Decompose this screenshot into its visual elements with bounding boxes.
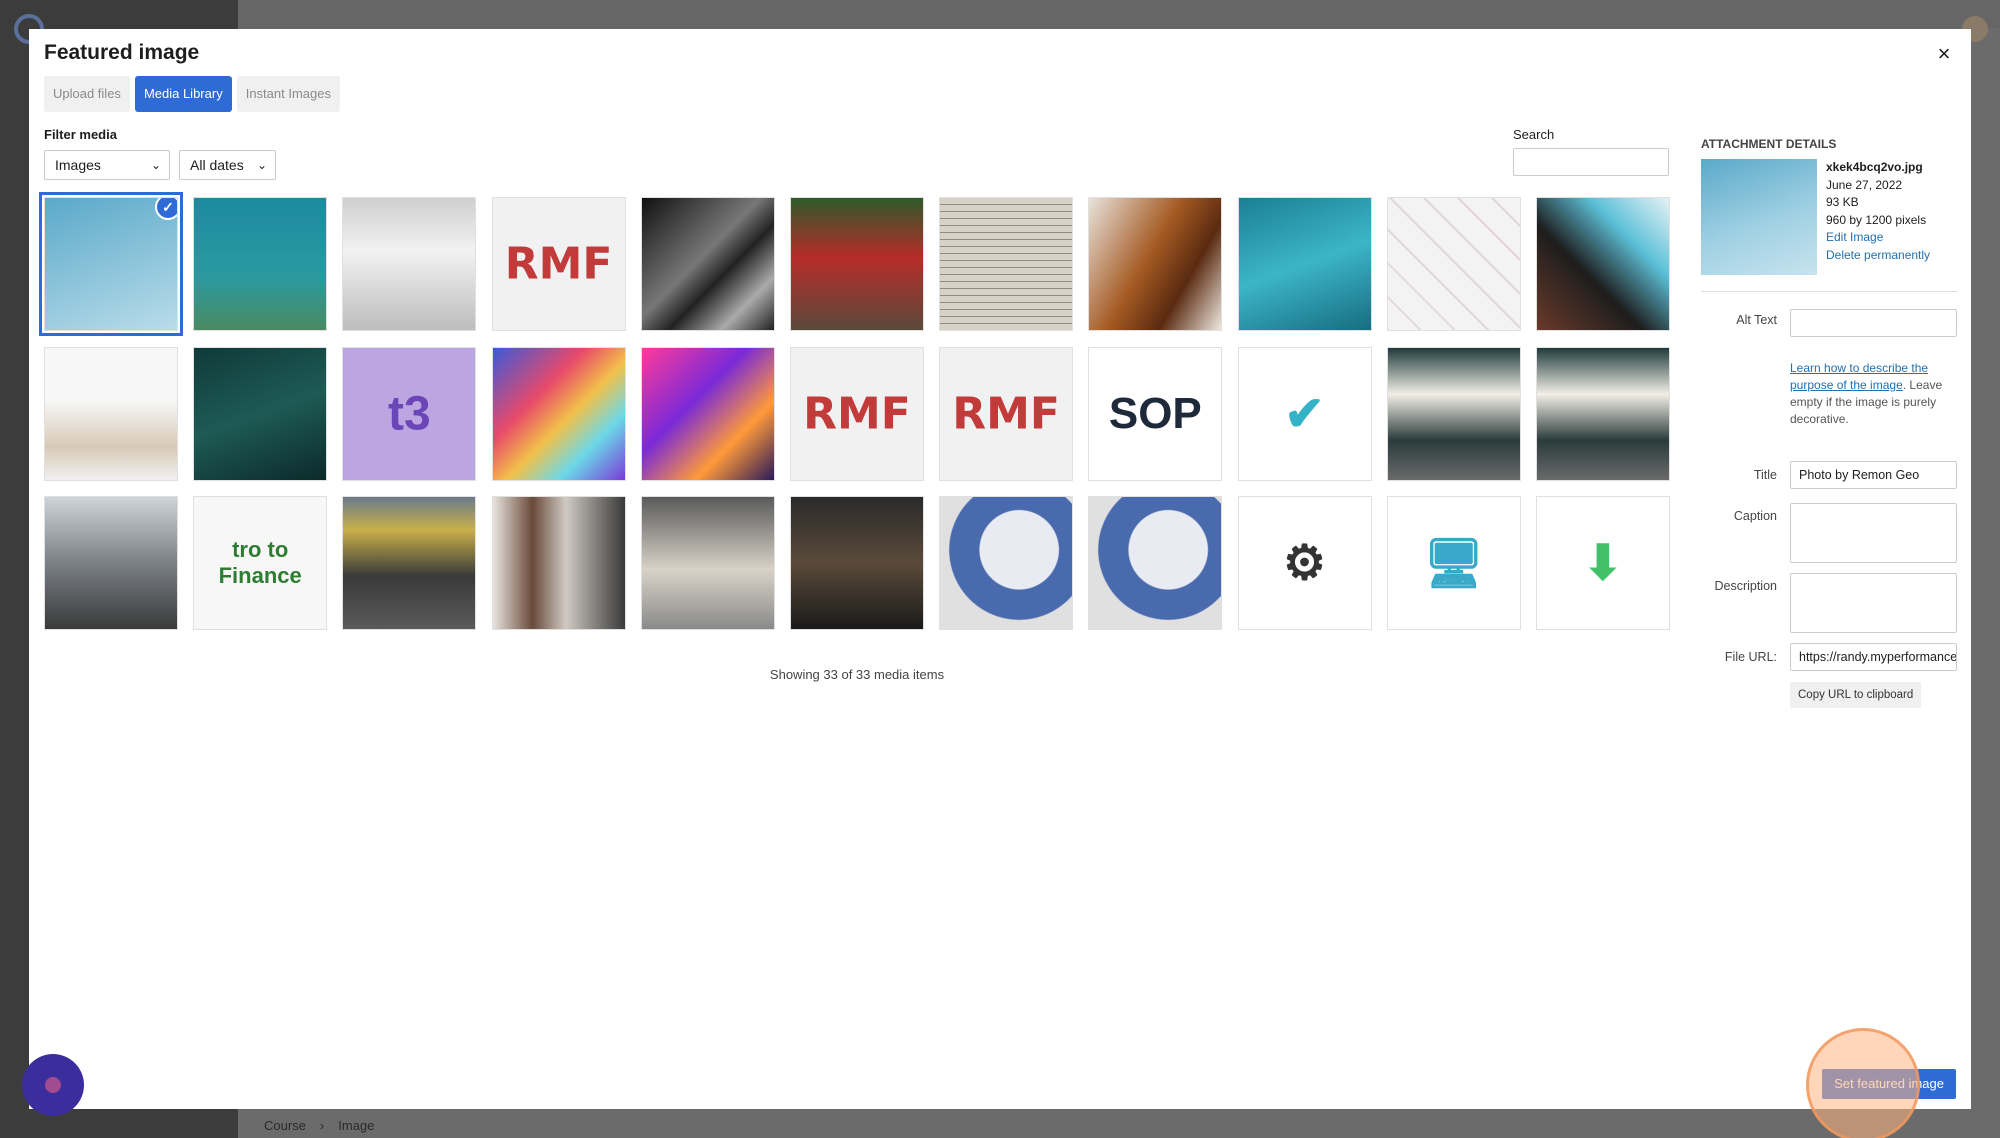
media-count-text: Showing 33 of 33 media items — [769, 667, 945, 682]
media-thumbnail[interactable] — [491, 346, 626, 481]
background-topbar — [238, 0, 2000, 28]
attachment-details: ATTACHMENT DETAILS xkek4bcq2vo.jpg June … — [1701, 137, 1957, 708]
media-thumbnail[interactable] — [44, 346, 178, 481]
help-chat-button[interactable] — [22, 1054, 84, 1116]
media-thumbnail[interactable]: RMF — [491, 197, 626, 331]
attachment-info: xkek4bcq2vo.jpg June 27, 2022 93 KB 960 … — [1826, 159, 1930, 264]
media-tabs: Upload files Media Library Instant Image… — [44, 76, 340, 112]
thumbnail-glyph: tro to Finance — [218, 537, 302, 588]
chat-icon — [45, 1077, 61, 1093]
media-thumbnail[interactable]: SOP — [1088, 346, 1223, 481]
details-divider — [1701, 291, 1957, 292]
media-thumbnail[interactable] — [1237, 197, 1372, 331]
media-thumbnail[interactable] — [1088, 496, 1223, 630]
media-thumbnail[interactable] — [342, 496, 477, 630]
media-thumbnail[interactable] — [939, 197, 1074, 331]
caption-label: Caption — [1733, 509, 1777, 523]
media-thumbnail[interactable] — [193, 346, 328, 481]
set-featured-image-button[interactable]: Set featured image — [1822, 1069, 1956, 1099]
breadcrumb-item: Course — [264, 1118, 306, 1133]
media-thumbnail[interactable] — [193, 197, 328, 331]
media-type-select[interactable]: Images ⌄ — [44, 150, 170, 180]
breadcrumb-separator-icon: › — [319, 1118, 325, 1133]
media-thumbnail[interactable]: ✔ — [1237, 346, 1372, 481]
thumbnail-glyph: RMF — [504, 238, 613, 290]
attachment-dimensions: 960 by 1200 pixels — [1826, 212, 1927, 227]
alt-text-input[interactable] — [1790, 309, 1957, 337]
caption-textarea[interactable] — [1790, 503, 1957, 563]
media-thumbnail[interactable] — [640, 496, 775, 630]
search-label: Search — [1513, 127, 1555, 142]
media-thumbnail[interactable]: t3 — [342, 346, 477, 481]
media-thumbnail[interactable] — [342, 197, 477, 331]
checkmark-icon[interactable]: ✓ — [155, 198, 177, 220]
tab-media-library[interactable]: Media Library — [134, 76, 232, 112]
alt-text-help: Learn how to describe the purpose of the… — [1790, 360, 1957, 428]
media-thumbnail[interactable]: ⚙ — [1237, 496, 1372, 630]
media-thumbnail[interactable] — [789, 496, 924, 630]
thumbnail-glyph: ⚙ — [1282, 537, 1327, 590]
description-label: Description — [1714, 579, 1777, 593]
thumbnail-glyph: 🖥 — [1423, 537, 1485, 591]
description-textarea[interactable] — [1790, 573, 1957, 633]
close-icon[interactable]: × — [1931, 41, 1957, 67]
media-grid: ✓ RMF t3 RMF RMF SOP ✔ tro to Finance ⚙ 🖥 ⬇ — [39, 192, 1670, 630]
media-thumbnail[interactable]: tro to Finance — [193, 496, 328, 630]
media-thumbnail[interactable] — [789, 197, 924, 331]
media-thumbnail[interactable] — [1535, 346, 1670, 481]
media-thumbnail[interactable]: 🖥 — [1386, 496, 1521, 630]
media-thumbnail[interactable] — [1088, 197, 1223, 331]
media-thumbnail[interactable]: ✓ — [39, 192, 183, 336]
attachment-size: 93 KB — [1826, 195, 1859, 209]
modal-title: Featured image — [44, 41, 200, 64]
media-type-value: Images — [55, 157, 101, 173]
media-thumbnail[interactable] — [1386, 346, 1521, 481]
tab-instant-images[interactable]: Instant Images — [236, 76, 340, 112]
delete-permanently-link[interactable]: Delete permanently — [1826, 247, 1930, 265]
filter-media-label: Filter media — [44, 127, 117, 142]
thumbnail-glyph: SOP — [1108, 388, 1202, 438]
breadcrumb: Course › Image — [264, 1118, 374, 1133]
copy-url-button[interactable]: Copy URL to clipboard — [1790, 682, 1922, 708]
media-thumbnail[interactable] — [1535, 197, 1670, 331]
title-label: Title — [1753, 468, 1777, 482]
edit-image-link[interactable]: Edit Image — [1826, 229, 1930, 247]
file-url-label: File URL: — [1724, 650, 1777, 664]
thumbnail-glyph: ⬇ — [1582, 537, 1623, 590]
attachment-thumbnail — [1701, 159, 1817, 275]
attachment-date: June 27, 2022 — [1826, 177, 1903, 192]
attachment-details-heading: ATTACHMENT DETAILS — [1701, 137, 1837, 151]
media-thumbnail[interactable] — [640, 346, 775, 481]
media-date-select[interactable]: All dates ⌄ — [179, 150, 276, 180]
alt-text-label: Alt Text — [1736, 313, 1777, 327]
thumbnail-glyph: RMF — [952, 388, 1060, 439]
attachment-filename: xkek4bcq2vo.jpg — [1826, 160, 1923, 174]
featured-image-modal: Featured image × Upload files Media Libr… — [29, 29, 1971, 1109]
search-input[interactable] — [1513, 148, 1669, 176]
title-input[interactable]: Photo by Remon Geo — [1790, 461, 1957, 489]
media-thumbnail[interactable] — [939, 496, 1074, 630]
media-thumbnail[interactable] — [491, 496, 626, 630]
thumbnail-glyph: ✔ — [1284, 387, 1325, 441]
media-thumbnail[interactable] — [44, 496, 178, 630]
media-date-value: All dates — [190, 157, 244, 173]
media-thumbnail[interactable]: RMF — [939, 346, 1074, 481]
chevron-down-icon: ⌄ — [256, 158, 267, 172]
file-url-input[interactable]: https://randy.myperformance — [1790, 643, 1957, 671]
media-thumbnail[interactable]: ⬇ — [1535, 496, 1670, 630]
media-thumbnail[interactable] — [1386, 197, 1521, 331]
thumbnail-glyph: RMF — [803, 388, 911, 439]
tab-upload-files[interactable]: Upload files — [44, 76, 130, 112]
thumbnail-glyph: t3 — [388, 387, 431, 440]
media-thumbnail[interactable] — [640, 197, 775, 331]
media-thumbnail[interactable]: RMF — [789, 346, 924, 481]
breadcrumb-item: Image — [338, 1118, 375, 1133]
chevron-down-icon: ⌄ — [150, 158, 161, 172]
